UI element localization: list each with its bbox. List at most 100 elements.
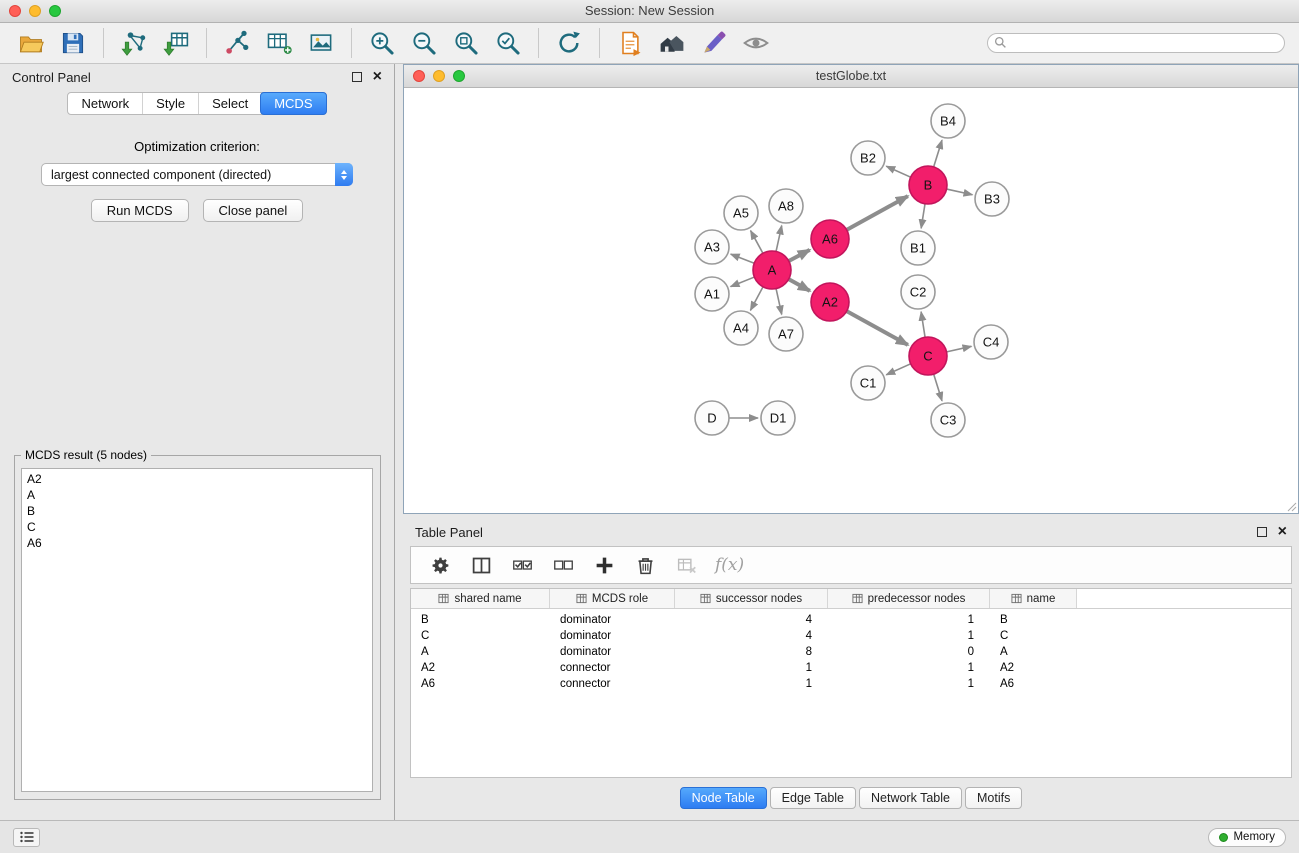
graph-edge-B-B2[interactable] xyxy=(886,166,910,177)
zoom-in-button[interactable] xyxy=(365,26,399,60)
graph-node-A5[interactable]: A5 xyxy=(724,196,758,230)
graph-node-A4[interactable]: A4 xyxy=(724,311,758,345)
graph-edge-A-A8[interactable] xyxy=(776,226,782,252)
float-table-panel-icon[interactable] xyxy=(1257,527,1267,537)
close-view-button[interactable] xyxy=(413,70,425,82)
mcds-result-item[interactable]: A2 xyxy=(27,471,372,487)
graph-edge-A-A1[interactable] xyxy=(731,277,755,287)
graph-node-A8[interactable]: A8 xyxy=(769,189,803,223)
mcds-result-item[interactable]: C xyxy=(27,519,372,535)
show-columns-button[interactable] xyxy=(469,553,493,577)
graph-node-A1[interactable]: A1 xyxy=(695,277,729,311)
network-canvas[interactable]: A A1 A2 A3 A4 A5 A6 A7 A8 B B1 B2 B3 B4 C C1 C2 C3 C4 D D1 xyxy=(404,87,1298,513)
graph-edge-A-A4[interactable] xyxy=(750,287,763,311)
graph-edge-A6-B[interactable] xyxy=(847,196,908,230)
memory-button[interactable]: Memory xyxy=(1208,828,1286,847)
tab-style[interactable]: Style xyxy=(142,93,198,114)
column-header-shared-name[interactable]: shared name xyxy=(411,589,550,608)
tab-node-table[interactable]: Node Table xyxy=(680,787,767,809)
column-header-MCDS-role[interactable]: MCDS role xyxy=(550,589,675,608)
graph-edge-A-A5[interactable] xyxy=(751,231,763,254)
graph-node-B4[interactable]: B4 xyxy=(931,104,965,138)
table-row[interactable]: Cdominator41C xyxy=(411,628,1291,644)
export-image-button[interactable] xyxy=(304,26,338,60)
search-input[interactable] xyxy=(987,33,1285,53)
fullscreen-window-button[interactable] xyxy=(49,5,61,17)
graph-node-A2[interactable]: A2 xyxy=(811,283,849,321)
close-panel-icon[interactable]: × xyxy=(373,71,382,83)
column-header-predecessor-nodes[interactable]: predecessor nodes xyxy=(828,589,990,608)
mcds-result-item[interactable]: A6 xyxy=(27,535,372,551)
close-panel-button[interactable]: Close panel xyxy=(203,199,304,222)
table-row[interactable]: A6connector11A6 xyxy=(411,676,1291,692)
graph-node-B2[interactable]: B2 xyxy=(851,141,885,175)
graph-edge-C-C2[interactable] xyxy=(921,312,925,337)
import-network-button[interactable] xyxy=(117,26,151,60)
graph-node-C2[interactable]: C2 xyxy=(901,275,935,309)
panel-toggle-button[interactable] xyxy=(13,828,40,847)
zoom-fit-button[interactable] xyxy=(449,26,483,60)
graph-node-C4[interactable]: C4 xyxy=(974,325,1008,359)
run-mcds-button[interactable]: Run MCDS xyxy=(91,199,189,222)
tab-network-table[interactable]: Network Table xyxy=(859,787,962,809)
new-network-button[interactable] xyxy=(220,26,254,60)
graph-node-C1[interactable]: C1 xyxy=(851,366,885,400)
graph-node-C3[interactable]: C3 xyxy=(931,403,965,437)
minimize-view-button[interactable] xyxy=(433,70,445,82)
graph-node-B1[interactable]: B1 xyxy=(901,231,935,265)
open-session-button[interactable] xyxy=(14,26,48,60)
zoom-out-button[interactable] xyxy=(407,26,441,60)
graph-node-B[interactable]: B xyxy=(909,166,947,204)
tab-motifs[interactable]: Motifs xyxy=(965,787,1022,809)
graph-node-A7[interactable]: A7 xyxy=(769,317,803,351)
graph-node-D[interactable]: D xyxy=(695,401,729,435)
graph-node-C[interactable]: C xyxy=(909,337,947,375)
column-header-successor-nodes[interactable]: successor nodes xyxy=(675,589,828,608)
show-overview-button[interactable] xyxy=(655,26,689,60)
graph-node-A3[interactable]: A3 xyxy=(695,230,729,264)
save-session-button[interactable] xyxy=(56,26,90,60)
graph-edge-C-C4[interactable] xyxy=(947,346,972,352)
graph-edge-A-A6[interactable] xyxy=(789,250,810,261)
table-row[interactable]: A2connector11A2 xyxy=(411,660,1291,676)
close-table-panel-icon[interactable]: × xyxy=(1278,526,1287,538)
graph-edge-B-B4[interactable] xyxy=(934,140,942,167)
table-row[interactable]: Adominator80A xyxy=(411,644,1291,660)
column-header-name[interactable]: name xyxy=(990,589,1077,608)
delete-column-button[interactable] xyxy=(633,553,657,577)
mcds-result-item[interactable]: A xyxy=(27,487,372,503)
import-table-button[interactable] xyxy=(159,26,193,60)
graph-edge-B-B1[interactable] xyxy=(921,204,925,228)
maximize-view-button[interactable] xyxy=(453,70,465,82)
graph-edge-C-C3[interactable] xyxy=(934,374,942,401)
graph-node-B3[interactable]: B3 xyxy=(975,182,1009,216)
graph-edge-A-A3[interactable] xyxy=(731,254,755,263)
float-panel-icon[interactable] xyxy=(352,72,362,82)
graph-node-D1[interactable]: D1 xyxy=(761,401,795,435)
mcds-result-item[interactable]: B xyxy=(27,503,372,519)
graph-edge-C-C1[interactable] xyxy=(886,364,910,375)
resize-grip-icon[interactable] xyxy=(1287,502,1297,512)
table-row[interactable]: Bdominator41B xyxy=(411,612,1291,628)
table-settings-button[interactable] xyxy=(428,553,452,577)
graph-node-A6[interactable]: A6 xyxy=(811,220,849,258)
graph-edge-A-A2[interactable] xyxy=(789,279,810,291)
tab-network[interactable]: Network xyxy=(68,93,142,114)
minimize-window-button[interactable] xyxy=(29,5,41,17)
graph-node-A[interactable]: A xyxy=(753,251,791,289)
add-column-button[interactable] xyxy=(592,553,616,577)
clone-network-button[interactable] xyxy=(613,26,647,60)
show-hide-button[interactable] xyxy=(739,26,773,60)
new-table-button[interactable] xyxy=(262,26,296,60)
graph-edge-B-B3[interactable] xyxy=(947,189,973,195)
graph-edge-A2-C[interactable] xyxy=(847,311,908,345)
close-window-button[interactable] xyxy=(9,5,21,17)
graph-edge-A-A7[interactable] xyxy=(776,289,782,315)
criterion-select[interactable]: largest connected component (directed) xyxy=(41,163,353,186)
tab-mcds[interactable]: MCDS xyxy=(260,92,326,115)
annotation-button[interactable] xyxy=(697,26,731,60)
select-all-rows-button[interactable] xyxy=(510,553,534,577)
tab-edge-table[interactable]: Edge Table xyxy=(770,787,856,809)
zoom-selected-button[interactable] xyxy=(491,26,525,60)
deselect-all-rows-button[interactable] xyxy=(551,553,575,577)
